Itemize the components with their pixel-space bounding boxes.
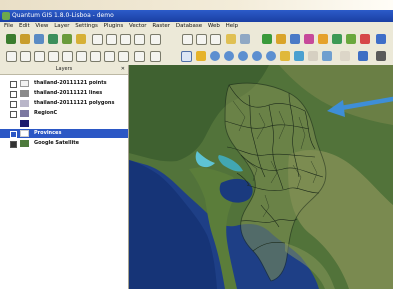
layer-row-polygons[interactable]: thailand-20111121 polygons [0,99,128,108]
add-layer-orange-icon[interactable] [318,34,328,44]
capture-polygon-icon[interactable] [48,51,59,62]
close-panel-icon[interactable]: ✕ [121,65,125,74]
menu-database[interactable]: Database [176,22,202,31]
add-layer-green-icon[interactable] [262,34,272,44]
menu-raster[interactable]: Raster [152,22,170,31]
menu-file[interactable]: File [4,22,13,31]
add-wfs-icon[interactable] [346,34,356,44]
remove-layer-icon[interactable] [360,34,370,44]
layer-visibility-checkbox[interactable] [10,141,17,148]
undo-icon[interactable] [150,51,161,62]
zoom-next-icon[interactable] [294,51,304,61]
save-project-icon[interactable] [34,34,44,44]
settings-gear-icon[interactable] [376,51,386,61]
add-raster-icon[interactable] [62,34,72,44]
layer-symbol-icon [20,120,29,127]
add-layer-blue-icon[interactable] [290,34,300,44]
window-title: Quantum GIS 1.8.0-Lisboa - demo [12,12,114,19]
file-toolbar [0,31,393,49]
new-layer-icon[interactable] [182,34,193,45]
layer-row-points[interactable]: thailand-20111121 points [0,79,128,88]
zoom-out-icon[interactable] [224,51,234,61]
capture-line-icon[interactable] [34,51,45,62]
menu-web[interactable]: Web [208,22,220,31]
layer-row-lines[interactable]: thailand-20111121 lines [0,89,128,98]
menu-edit[interactable]: Edit [19,22,30,31]
layer-row-unnamed[interactable] [0,119,128,128]
add-vector-icon[interactable] [48,34,58,44]
delete-selected-icon[interactable] [90,51,101,62]
move-feature-icon[interactable] [62,51,73,62]
points-symbol-icon [20,80,29,87]
layer-row-google-satellite[interactable]: Google Satellite [0,139,128,148]
copy-icon[interactable] [196,34,207,45]
menu-help[interactable]: Help [226,22,239,31]
cut-features-icon[interactable] [104,51,115,62]
regionc-symbol-icon [20,110,29,117]
layer-row-provinces[interactable]: Provinces [0,129,128,138]
add-layer-pink-icon[interactable] [304,34,314,44]
layer-label: thailand-20111121 lines [34,90,103,96]
copy-features-icon[interactable] [118,51,129,62]
add-postgis-icon[interactable] [76,34,86,44]
layout-icon[interactable] [106,34,117,45]
refresh-icon[interactable] [308,51,318,61]
window-titlebar[interactable]: Quantum GIS 1.8.0-Lisboa - demo [0,10,393,22]
layer-label: Provinces [34,130,62,136]
layer-visibility-checkbox[interactable] [10,111,17,118]
paste-icon[interactable] [210,34,221,45]
pan-to-selection-icon[interactable] [196,51,206,61]
edit-pencil-icon[interactable] [6,51,17,62]
zoom-to-selection-icon[interactable] [266,51,276,61]
lines-symbol-icon [20,90,29,97]
delete-icon[interactable] [240,34,250,44]
report-icon[interactable] [150,34,161,45]
pencil-icon[interactable] [226,34,236,44]
layers-panel: Layers ✕ thailand-20111121 points thaila… [0,65,129,289]
open-project-icon[interactable] [20,34,30,44]
menu-layer[interactable]: Layer [54,22,69,31]
satellite-map [129,65,393,289]
provinces-symbol-icon [20,130,29,137]
zoom-full-icon[interactable] [238,51,248,61]
menu-bar: File Edit View Layer Settings Plugins Ve… [0,22,393,31]
layer-visibility-checkbox[interactable] [10,91,17,98]
node-tool-icon[interactable] [76,51,87,62]
layer-label: Google Satellite [34,140,80,146]
layer-row-regionc[interactable]: RegionC [0,109,128,118]
paste-features-icon[interactable] [134,51,145,62]
polygons-symbol-icon [20,100,29,107]
capture-point-icon[interactable] [20,51,31,62]
layer-label: thailand-20111121 polygons [34,100,115,106]
layer-visibility-checkbox[interactable] [10,131,17,138]
map-canvas[interactable] [129,65,393,289]
add-layer-yellow-icon[interactable] [276,34,286,44]
zoom-in-icon[interactable] [210,51,220,61]
table-icon[interactable] [120,34,131,45]
layers-panel-title: Layers [55,66,73,72]
layer-label: RegionC [34,110,58,116]
menu-view[interactable]: View [35,22,48,31]
satellite-symbol-icon [20,140,29,147]
layers-panel-header: Layers ✕ [0,65,128,75]
print-composer-icon[interactable] [92,34,103,45]
menu-plugins[interactable]: Plugins [104,22,124,31]
zoom-to-layer-icon[interactable] [252,51,262,61]
measure-icon[interactable] [340,51,350,61]
pan-icon[interactable] [181,51,192,62]
map-navigation-toolbar [0,48,393,66]
qgis-logo-icon [2,12,10,20]
layer-label: thailand-20111121 points [34,80,107,86]
layer-visibility-checkbox[interactable] [10,101,17,108]
layer-visibility-checkbox[interactable] [10,81,17,88]
plugin-icon[interactable] [376,34,386,44]
attribute-icon[interactable] [134,34,145,45]
zoom-last-icon[interactable] [280,51,290,61]
menu-settings[interactable]: Settings [75,22,98,31]
add-wms-icon[interactable] [332,34,342,44]
identify-icon[interactable] [322,51,332,61]
new-project-icon[interactable] [6,34,16,44]
map-tips-icon[interactable] [358,51,368,61]
menu-vector[interactable]: Vector [129,22,147,31]
